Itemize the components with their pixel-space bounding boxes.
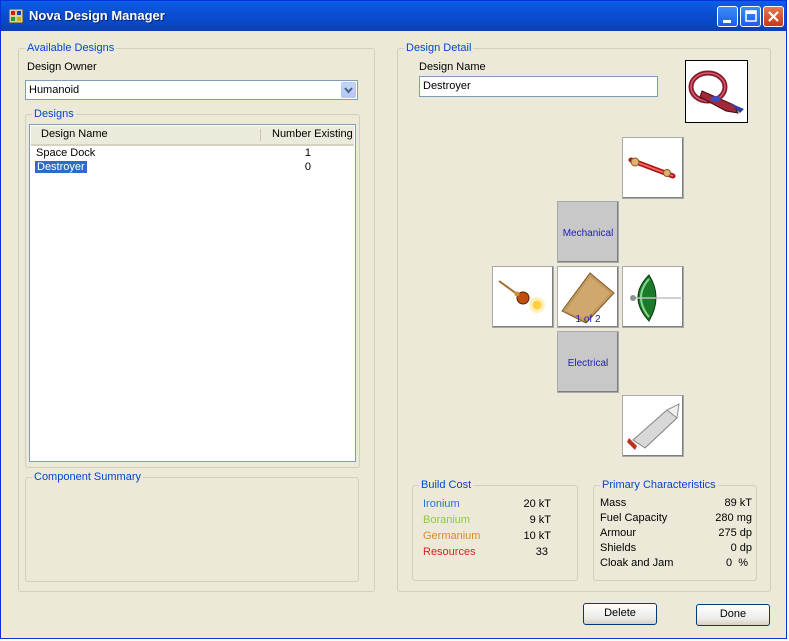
- column-divider[interactable]: [260, 129, 261, 141]
- designs-label: Designs: [32, 108, 76, 121]
- available-designs-group: Available Designs Design Owner Humanoid …: [18, 42, 375, 592]
- slot-engine[interactable]: [492, 266, 554, 328]
- available-designs-label: Available Designs: [25, 42, 117, 55]
- cost-name: Boranium: [423, 514, 471, 526]
- slot-scanner[interactable]: [622, 395, 684, 457]
- stat-row-armour: Armour 275 dp: [600, 527, 752, 542]
- ship-image[interactable]: [685, 60, 748, 123]
- delete-button[interactable]: Delete: [583, 603, 657, 625]
- design-detail-group: Design Detail Design Name Destroyer Mech: [397, 42, 771, 592]
- design-owner-label: Design Owner: [27, 61, 97, 73]
- shield-dish-icon: [630, 274, 681, 322]
- armour-count-label: 1 of 2: [575, 314, 601, 325]
- design-manager-window: Nova Design Manager Available Designs De…: [0, 0, 787, 639]
- slot-electrical-label: Electrical: [567, 358, 609, 369]
- dropdown-button[interactable]: [341, 82, 356, 98]
- stat-value: 89 kT: [724, 497, 752, 509]
- close-icon: [768, 11, 779, 22]
- stat-value: 275 dp: [718, 527, 752, 539]
- done-button[interactable]: Done: [696, 604, 770, 626]
- stat-value: 0 dp: [730, 542, 752, 554]
- stat-row-shields: Shields 0 dp: [600, 542, 752, 557]
- stat-value: 280 mg: [715, 512, 752, 524]
- design-owner-value: Humanoid: [29, 84, 80, 96]
- missile-icon: [627, 403, 680, 450]
- cost-value: 33: [535, 546, 548, 558]
- cost-name: Ironium: [423, 498, 460, 510]
- chevron-down-icon: [344, 87, 353, 94]
- stat-name: Mass: [600, 497, 627, 509]
- cost-value: 20 kT: [523, 498, 551, 510]
- component-summary-label: Component Summary: [32, 471, 143, 484]
- component-summary-group: Component Summary: [25, 471, 359, 582]
- stat-name: Fuel Capacity: [600, 512, 668, 524]
- designs-group: Designs Design Name Number Existing Spac…: [25, 108, 360, 468]
- cost-row-germanium: Germanium 10 kT: [423, 530, 569, 545]
- design-row-count: 0: [304, 161, 311, 173]
- slot-armour[interactable]: 1 of 2: [557, 266, 619, 328]
- stat-row-mass: Mass 89 kT: [600, 497, 752, 512]
- stat-name: Armour: [600, 527, 637, 539]
- primary-characteristics-label: Primary Characteristics: [600, 479, 718, 492]
- app-icon: [9, 9, 23, 23]
- maximize-icon: [745, 10, 757, 22]
- cost-row-ironium: Ironium 20 kT: [423, 498, 569, 513]
- minimize-button[interactable]: [717, 6, 738, 27]
- slot-electrical[interactable]: Electrical: [557, 331, 619, 393]
- stat-name: Cloak and Jam: [600, 557, 674, 569]
- slot-shield[interactable]: [622, 266, 684, 328]
- stat-name: Shields: [600, 542, 637, 554]
- design-detail-label: Design Detail: [404, 42, 474, 55]
- title-bar[interactable]: Nova Design Manager: [1, 1, 786, 31]
- stat-row-fuel-capacity: Fuel Capacity 280 mg: [600, 512, 752, 527]
- cost-row-boranium: Boranium 9 kT: [423, 514, 569, 529]
- slot-weapon-top[interactable]: [622, 137, 684, 199]
- window-title: Nova Design Manager: [29, 8, 165, 23]
- column-number-existing[interactable]: Number Existing: [272, 128, 353, 140]
- design-name-label: Design Name: [419, 61, 486, 73]
- cost-name: Resources: [423, 546, 476, 558]
- design-row-count: 1: [304, 147, 311, 159]
- build-cost-label: Build Cost: [419, 479, 474, 492]
- design-owner-select[interactable]: Humanoid: [25, 80, 358, 100]
- designs-list-header: Design Name Number Existing: [31, 126, 354, 146]
- design-name-input[interactable]: Destroyer: [419, 76, 658, 97]
- build-cost-group: Build Cost Ironium 20 kT Boranium 9 kT G…: [412, 479, 578, 581]
- slot-mechanical-label: Mechanical: [562, 228, 614, 239]
- cost-value: 9 kT: [529, 514, 551, 526]
- column-design-name[interactable]: Design Name: [41, 128, 108, 140]
- designs-list[interactable]: Design Name Number Existing Space Dock 1…: [29, 124, 356, 462]
- ship-icon: [688, 70, 744, 114]
- stat-value: 0 %: [725, 557, 748, 569]
- stat-row-cloak-and-jam: Cloak and Jam 0 %: [600, 557, 752, 572]
- close-button[interactable]: [763, 6, 784, 27]
- minimize-icon: [723, 20, 731, 23]
- design-row-name: Destroyer: [34, 160, 88, 174]
- design-row-name: Space Dock: [36, 147, 96, 159]
- cost-row-resources: Resources 33: [423, 546, 569, 561]
- primary-characteristics-group: Primary Characteristics Mass 89 kT Fuel …: [593, 479, 757, 581]
- maximize-button[interactable]: [740, 6, 761, 27]
- design-row-space-dock[interactable]: Space Dock 1: [36, 147, 349, 161]
- beam-weapon-icon: [628, 157, 676, 179]
- design-row-destroyer[interactable]: Destroyer 0: [34, 160, 349, 175]
- cost-name: Germanium: [423, 530, 481, 542]
- slot-mechanical[interactable]: Mechanical: [557, 201, 619, 263]
- cost-value: 10 kT: [523, 530, 551, 542]
- engine-icon: [498, 280, 545, 313]
